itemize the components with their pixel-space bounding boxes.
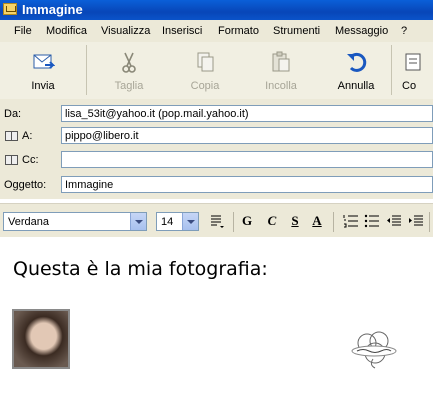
toolbar-divider — [86, 45, 87, 95]
menu-file[interactable]: File — [14, 25, 32, 37]
font-color-button[interactable]: A — [309, 213, 325, 229]
address-book-icon[interactable] — [5, 155, 18, 165]
numbered-list-icon — [343, 215, 358, 228]
title-bar: Immagine — [0, 0, 433, 20]
from-row: Da: lisa_53it@yahoo.it (pop.mail.yahoo.i… — [0, 105, 433, 123]
address-book-icon[interactable] — [5, 131, 18, 141]
menu-formato[interactable]: Formato — [218, 25, 259, 37]
toolbar-divider — [429, 212, 430, 232]
send-button[interactable]: Invia — [18, 46, 68, 94]
inline-photo[interactable] — [12, 309, 70, 369]
italic-button[interactable]: C — [265, 213, 279, 229]
from-label: Da: — [4, 108, 22, 120]
size-value: 14 — [161, 216, 174, 228]
paste-button[interactable]: Incolla — [256, 46, 306, 94]
from-field[interactable]: lisa_53it@yahoo.it (pop.mail.yahoo.it) — [61, 105, 433, 122]
check-names-button[interactable]: Co — [398, 46, 433, 94]
formatting-toolbar: Verdana 14 G C S A — [0, 203, 433, 238]
to-row: A: pippo@libero.it — [0, 127, 433, 145]
undo-label: Annulla — [337, 80, 375, 92]
chevron-down-icon[interactable] — [130, 213, 146, 230]
send-icon — [33, 54, 55, 69]
chevron-down-icon[interactable] — [182, 213, 198, 230]
paragraph-style-button[interactable] — [209, 213, 225, 229]
subject-row: Oggetto: Immagine — [0, 176, 433, 194]
subject-field[interactable]: Immagine — [61, 176, 433, 193]
toolbar-divider — [333, 212, 334, 232]
cut-button[interactable]: Taglia — [104, 46, 154, 94]
menu-modifica[interactable]: Modifica — [46, 25, 87, 37]
mail-window-icon — [3, 3, 17, 15]
decrease-indent-button[interactable] — [386, 213, 402, 229]
menu-strumenti[interactable]: Strumenti — [273, 25, 320, 37]
numbered-list-button[interactable] — [343, 213, 359, 229]
to-label: A: — [22, 130, 33, 142]
copy-label: Copia — [190, 80, 220, 92]
scissors-icon — [122, 52, 136, 73]
cc-label: Cc: — [22, 154, 39, 166]
subject-label: Oggetto: — [4, 179, 47, 191]
to-field[interactable]: pippo@libero.it — [61, 127, 433, 144]
menu-messaggio[interactable]: Messaggio — [335, 25, 388, 37]
cc-field[interactable] — [61, 151, 433, 168]
copy-icon — [197, 52, 214, 72]
size-select[interactable]: 14 — [156, 212, 199, 231]
font-select[interactable]: Verdana — [3, 212, 147, 231]
undo-button[interactable]: Annulla — [331, 46, 381, 94]
send-label: Invia — [31, 80, 55, 92]
outdent-icon — [387, 215, 401, 226]
cut-label: Taglia — [114, 80, 144, 92]
cc-row: Cc: — [0, 151, 433, 169]
message-text[interactable]: Questa è la mia fotografia: — [13, 258, 268, 280]
check-names-label: Co — [402, 80, 417, 92]
bold-button[interactable]: G — [240, 213, 254, 229]
indent-icon — [409, 215, 423, 226]
increase-indent-button[interactable] — [408, 213, 424, 229]
paragraph-icon — [211, 215, 224, 228]
toolbar: Invia Taglia Copia Incolla Annulla Co — [0, 42, 433, 100]
menu-inserisci[interactable]: Inserisci — [162, 25, 202, 37]
paste-icon — [272, 51, 290, 72]
message-body[interactable]: Questa è la mia fotografia: — [0, 237, 433, 409]
message-header: Da: lisa_53it@yahoo.it (pop.mail.yahoo.i… — [0, 99, 433, 199]
check-names-icon — [405, 53, 421, 71]
bulleted-list-button[interactable] — [364, 213, 380, 229]
bulleted-list-icon — [364, 214, 379, 228]
menu-visualizza[interactable]: Visualizza — [101, 25, 150, 37]
toolbar-divider — [233, 212, 234, 232]
underline-button[interactable]: S — [288, 213, 302, 229]
toolbar-divider — [391, 45, 392, 95]
watermark-logo — [351, 331, 397, 369]
paste-label: Incolla — [265, 80, 297, 92]
copy-button[interactable]: Copia — [180, 46, 230, 94]
undo-icon — [347, 52, 367, 72]
menu-bar: File Modifica Visualizza Inserisci Forma… — [0, 20, 433, 43]
menu-help[interactable]: ? — [401, 25, 407, 37]
window-title: Immagine — [22, 2, 83, 17]
font-value: Verdana — [8, 216, 49, 228]
